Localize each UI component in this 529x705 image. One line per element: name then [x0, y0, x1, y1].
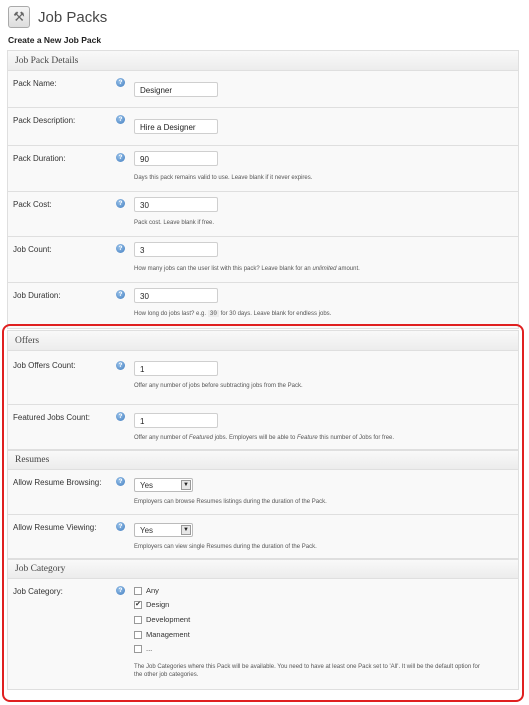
job-offers-count-input[interactable]: 1: [134, 361, 218, 376]
allow-resume-viewing-label: Allow Resume Viewing:: [13, 523, 97, 532]
pack-cost-label: Pack Cost:: [13, 200, 52, 209]
help-icon[interactable]: ?: [116, 115, 125, 124]
help-icon[interactable]: ?: [116, 586, 125, 595]
category-option-more[interactable]: ...: [134, 644, 152, 653]
help-icon[interactable]: ?: [116, 412, 125, 421]
category-option-label: Development: [146, 615, 191, 624]
category-option-design[interactable]: ✔ Design: [134, 600, 169, 609]
extended-options-panel: Offers Job Offers Count: ? 1 Offer any n…: [7, 330, 519, 690]
pack-description-input[interactable]: Hire a Designer: [134, 119, 218, 134]
job-count-desc-em: unlimited: [312, 266, 337, 272]
job-count-input[interactable]: 3: [134, 242, 218, 257]
help-icon[interactable]: ?: [116, 153, 125, 162]
featured-jobs-count-desc: Offer any number of Featured jobs. Emplo…: [134, 434, 394, 442]
job-count-row: Job Count: ? 3 How many jobs can the use…: [8, 237, 518, 283]
category-option-label: ...: [146, 644, 153, 653]
job-category-row: Job Category: ? Any ✔ Design Development…: [8, 579, 518, 689]
featured-desc-c: this number of Jobs for free.: [317, 435, 395, 441]
help-icon[interactable]: ?: [116, 244, 125, 253]
allow-resume-browsing-label: Allow Resume Browsing:: [13, 478, 102, 487]
allow-resume-viewing-row: Allow Resume Viewing: ? Yes ▼ Employers …: [8, 515, 518, 559]
checkbox[interactable]: [134, 644, 142, 653]
checkbox[interactable]: [134, 586, 142, 595]
allow-resume-browsing-value: Yes: [140, 480, 154, 490]
featured-jobs-count-label: Featured Jobs Count:: [13, 413, 90, 422]
job-duration-desc-a: How long do jobs last? e.g.: [134, 311, 208, 317]
pack-duration-desc: Days this pack remains valid to use. Lea…: [134, 175, 313, 181]
pack-cost-row: Pack Cost: ? 30 Pack cost. Leave blank i…: [8, 192, 518, 237]
pack-description-label: Pack Description:: [13, 116, 76, 125]
allow-resume-browsing-select[interactable]: Yes ▼: [134, 478, 193, 492]
allow-resume-viewing-value: Yes: [140, 525, 154, 535]
pack-duration-label: Pack Duration:: [13, 154, 66, 163]
job-category-desc-line1: The Job Categories where this Pack will …: [134, 664, 480, 670]
job-duration-desc-code: 30: [207, 310, 219, 317]
category-option-development[interactable]: Development: [134, 615, 190, 624]
pack-name-row: Pack Name: ? Designer: [8, 71, 518, 108]
featured-desc-b: jobs. Employers will be able to: [212, 435, 297, 441]
job-duration-label: Job Duration:: [13, 291, 61, 300]
job-category-desc-line2: the other job categories.: [134, 672, 199, 678]
job-category-heading: Job Category: [8, 559, 518, 579]
allow-resume-browsing-desc: Employers can browse Resumes listings du…: [134, 499, 327, 505]
featured-jobs-count-row: Featured Jobs Count: ? 1 Offer any numbe…: [8, 405, 518, 450]
allow-resume-viewing-desc: Employers can view single Resumes during…: [134, 544, 317, 550]
offers-heading: Offers: [8, 331, 518, 351]
job-pack-details-panel: Job Pack Details Pack Name: ? Designer P…: [7, 50, 519, 329]
pack-name-label: Pack Name:: [13, 79, 57, 88]
pack-name-input[interactable]: Designer: [134, 82, 218, 97]
tools-icon: ⚒: [8, 6, 30, 28]
pack-duration-input[interactable]: 90: [134, 151, 218, 166]
help-icon[interactable]: ?: [116, 199, 125, 208]
job-count-desc: How many jobs can the user list with thi…: [134, 265, 360, 273]
job-duration-desc: How long do jobs last? e.g. 30 for 30 da…: [134, 310, 331, 318]
job-duration-desc-b: for 30 days. Leave blank for endless job…: [218, 311, 332, 317]
pack-cost-input[interactable]: 30: [134, 197, 218, 212]
featured-desc-em2: Feature: [296, 435, 318, 441]
checkbox-checked[interactable]: ✔: [134, 600, 142, 609]
featured-desc-a: Offer any number of: [134, 435, 189, 441]
pack-cost-desc: Pack cost. Leave blank if free.: [134, 220, 215, 226]
category-option-label: Management: [146, 630, 190, 639]
checkbox[interactable]: [134, 630, 142, 639]
checkbox[interactable]: [134, 615, 142, 624]
category-option-any[interactable]: Any: [134, 586, 159, 595]
page-title: Job Packs: [38, 8, 108, 26]
job-count-label: Job Count:: [13, 245, 52, 254]
job-offers-count-desc: Offer any number of jobs before subtract…: [134, 383, 303, 389]
chevron-down-icon[interactable]: ▼: [181, 480, 191, 490]
section-heading: Job Pack Details: [8, 51, 518, 71]
job-category-desc: The Job Categories where this Pack will …: [134, 663, 514, 679]
job-count-desc-a: How many jobs can the user list with thi…: [134, 266, 313, 272]
form-title: Create a New Job Pack: [8, 35, 102, 45]
help-icon[interactable]: ?: [116, 522, 125, 531]
help-icon[interactable]: ?: [116, 477, 125, 486]
category-option-label: Design: [146, 600, 170, 609]
featured-jobs-count-input[interactable]: 1: [134, 413, 218, 428]
category-option-label: Any: [146, 586, 159, 595]
pack-duration-row: Pack Duration: ? 90 Days this pack remai…: [8, 146, 518, 192]
job-category-label: Job Category:: [13, 587, 63, 596]
job-duration-row: Job Duration: ? 30 How long do jobs last…: [8, 283, 518, 328]
help-icon[interactable]: ?: [116, 290, 125, 299]
help-icon[interactable]: ?: [116, 361, 125, 370]
job-count-desc-b: amount.: [336, 266, 360, 272]
chevron-down-icon[interactable]: ▼: [181, 525, 191, 535]
resumes-heading: Resumes: [8, 450, 518, 470]
pack-description-row: Pack Description: ? Hire a Designer: [8, 108, 518, 146]
job-offers-count-label: Job Offers Count:: [13, 361, 76, 370]
help-icon[interactable]: ?: [116, 78, 125, 87]
allow-resume-viewing-select[interactable]: Yes ▼: [134, 523, 193, 537]
featured-desc-em1: Featured: [188, 435, 213, 441]
page-header: ⚒ Job Packs: [8, 5, 107, 29]
allow-resume-browsing-row: Allow Resume Browsing: ? Yes ▼ Employers…: [8, 470, 518, 515]
category-option-management[interactable]: Management: [134, 630, 190, 639]
job-offers-count-row: Job Offers Count: ? 1 Offer any number o…: [8, 351, 518, 405]
job-duration-input[interactable]: 30: [134, 288, 218, 303]
